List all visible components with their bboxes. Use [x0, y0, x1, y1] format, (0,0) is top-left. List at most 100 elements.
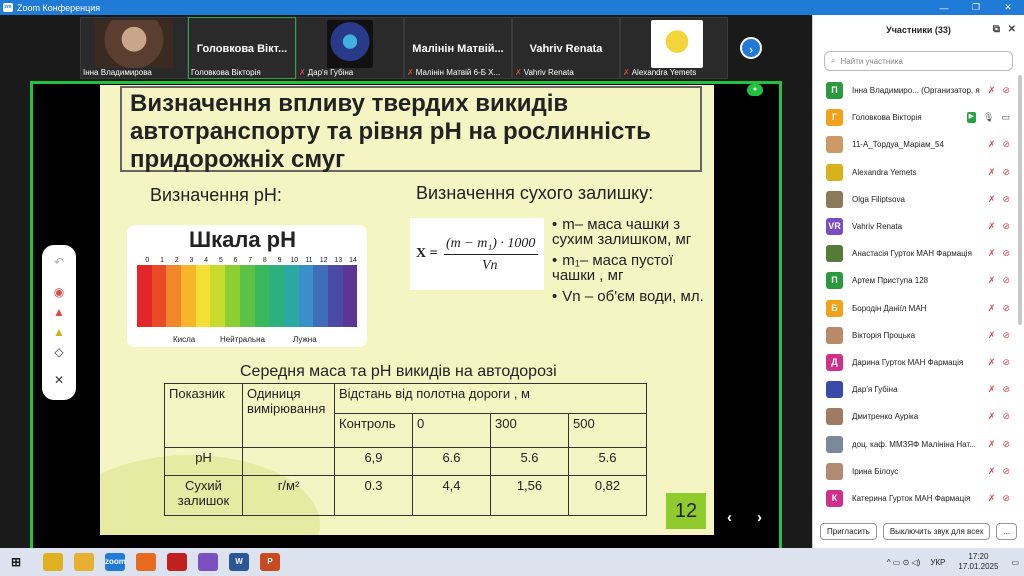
highlighter-icon[interactable]: ▲ [42, 325, 76, 339]
participant-name: Бородін Даніїл МАН [852, 303, 927, 313]
clock[interactable]: 17:20 17.01.2025 [958, 552, 998, 572]
thumbnail-name: Головкова Вікт... [196, 43, 288, 55]
close-window-button[interactable]: ✕ [992, 2, 1024, 13]
participant-search-input[interactable]: ⌕ Найти участника [824, 51, 1013, 71]
fraction-bar [444, 254, 538, 255]
video-thumbnail[interactable]: Vahriv Renata ✗ Vahriv Renata [512, 17, 620, 79]
formula-denominator: Vn [482, 258, 498, 273]
scale-number: 6 [233, 257, 238, 264]
taskbar-app-word-icon[interactable]: W [229, 553, 249, 571]
taskbar-app-firefox-icon[interactable] [136, 553, 156, 571]
minimize-button[interactable]: — [928, 3, 960, 13]
window-title: Zoom Конференция [17, 2, 101, 13]
video-thumbnail[interactable]: ✗ Alexandra Yemets [620, 17, 728, 79]
participant-row[interactable]: Вікторія Процька ✗ ⊘ [813, 322, 1024, 349]
scrollbar[interactable] [1018, 75, 1022, 325]
participant-row[interactable]: Дар'я Губіна ✗ ⊘ [813, 376, 1024, 403]
participant-name: Інна Владимиро... (Организатор, я) [852, 86, 980, 96]
undo-icon[interactable]: ↶ [42, 255, 76, 269]
participant-row[interactable]: Дмитренко Ауріка ✗ ⊘ [813, 403, 1024, 430]
participant-row[interactable]: 11-А_Тордуа_Маріам_54 ✗ ⊘ [813, 131, 1024, 158]
table-caption: Середня маса та рН викидів на автодорозі [240, 363, 557, 380]
close-icon[interactable]: ✕ [1008, 24, 1016, 35]
taskbar-app-app-red-icon[interactable] [167, 553, 187, 571]
mic-muted-icon: ✗ [987, 221, 996, 232]
popout-icon[interactable]: ⧉ [993, 24, 1000, 35]
scale-number: 9 [277, 257, 282, 264]
participant-row[interactable]: Alexandra Yemets ✗ ⊘ [813, 159, 1024, 186]
maximize-button[interactable]: ❐ [960, 2, 992, 13]
notifications-icon[interactable]: ▭ [1011, 558, 1019, 567]
ph-scale-bar [151, 265, 167, 327]
participant-status: ✗ ⊘ [988, 411, 1010, 422]
formula-lhs: X = [416, 246, 438, 261]
language-indicator[interactable]: УКР [930, 558, 945, 567]
participant-row[interactable]: доц. каф. ММЗЯФ Малініна Нат... ✗ ⊘ [813, 430, 1024, 457]
tray-icons[interactable]: ^ ▭ ⊙ ◁) [887, 558, 921, 567]
participant-row[interactable]: Olga Filiptsova ✗ ⊘ [813, 186, 1024, 213]
participant-row[interactable]: Д Дарина Гурток МАН Фармація ✗ ⊘ [813, 349, 1024, 376]
next-thumbnails-button[interactable]: › [740, 37, 762, 59]
scale-label-neutral: Нейтральна [220, 335, 265, 344]
participant-name: Дар'я Губіна [852, 385, 898, 395]
scale-number: 5 [218, 257, 223, 264]
taskbar-app-powerpoint-icon[interactable]: P [260, 553, 280, 571]
pen-icon[interactable]: ▲ [42, 305, 76, 319]
avatar [826, 462, 843, 480]
screen-share-frame: ● Визначення впливу твердих викидів авто… [30, 81, 782, 551]
start-icon[interactable]: ⊞ [6, 553, 26, 571]
ph-scale-bar [298, 265, 314, 327]
taskbar-app-explorer-icon[interactable] [74, 553, 94, 571]
video-thumbnail[interactable]: Інна Владимирова [80, 17, 188, 79]
participant-row[interactable]: П Інна Владимиро... (Организатор, я) ✗ ⊘ [813, 77, 1024, 104]
more-button[interactable]: ... [996, 523, 1018, 540]
participant-row[interactable]: VR Vahriv Renata ✗ ⊘ [813, 213, 1024, 240]
next-slide-icon[interactable]: › [757, 509, 762, 526]
taskbar-app-viber-icon[interactable] [198, 553, 218, 571]
video-thumbnail-active[interactable]: Головкова Вікт... Головкова Вікторія [188, 17, 296, 79]
taskbar-app-zoom-icon[interactable]: zoom [105, 553, 126, 571]
ph-scale-bar [210, 265, 226, 327]
scale-label-acid: Кисла [173, 335, 196, 344]
camera-off-icon: ⊘ [1002, 139, 1010, 150]
table-cell: pH [164, 447, 243, 476]
mic-muted-icon: ✗ [987, 85, 996, 96]
camera-off-icon: ⊘ [1002, 85, 1010, 96]
close-icon[interactable]: ✕ [42, 373, 76, 387]
table-cell: 6,9 [334, 447, 413, 476]
eraser-icon[interactable]: ◇ [42, 345, 76, 359]
avatar: П [826, 82, 843, 100]
avatar: VR [826, 218, 843, 236]
invite-button[interactable]: Пригласить [820, 523, 877, 540]
avatar [826, 245, 843, 263]
participant-row[interactable]: Анастасія Гурток МАН Фармація ✗ ⊘ [813, 240, 1024, 267]
participant-row[interactable]: Г Головкова Вікторія ▶ 🎙 ▭ [813, 104, 1024, 131]
avatar: П [826, 272, 843, 290]
video-thumbnail[interactable]: Малінін Матвій... ✗ Малінін Матвій 6-Б Х.… [404, 17, 512, 79]
mic-muted-icon: ✗ [987, 438, 996, 449]
table-row: pH 6,9 6.6 5.6 5.6 [164, 447, 647, 476]
participant-row[interactable]: Ірина Білоус ✗ ⊘ [813, 458, 1024, 485]
participant-row[interactable]: Б Бородін Даніїл МАН ✗ ⊘ [813, 295, 1024, 322]
participant-status: ✗ ⊘ [988, 85, 1010, 96]
system-tray: ^ ▭ ⊙ ◁) УКР 17:20 17.01.2025 ▭ [882, 548, 1024, 576]
camera-off-icon: ⊘ [1002, 193, 1010, 204]
table-cell: 4,4 [412, 475, 491, 516]
avatar [826, 190, 843, 208]
table-cell: 5.6 [490, 447, 569, 476]
participant-row[interactable]: П Артем Приступа 128 ✗ ⊘ [813, 267, 1024, 294]
video-thumbnail[interactable]: ✗ Дар'я Губіна [296, 17, 404, 79]
video-on-icon: ▶ [966, 112, 977, 124]
scale-number: 0 [145, 257, 150, 264]
thumbnail-caption: Інна Владимирова [83, 68, 152, 77]
prev-slide-icon[interactable]: ‹ [727, 509, 732, 526]
mic-muted-icon: ✗ [987, 329, 996, 340]
spotlight-icon[interactable]: ◉ [42, 285, 76, 299]
dry-residue-formula: X = (m − m₁) · 1000 Vn [410, 218, 544, 290]
mute-all-button[interactable]: Выключить звук для всех [882, 523, 991, 540]
taskbar-app-chrome-icon[interactable] [43, 553, 63, 571]
legend-item: m– маса чашки з сухим залишком, мг [552, 217, 714, 247]
panel-footer: Пригласить Выключить звук для всех ... [820, 523, 1020, 540]
participant-row[interactable]: К Катерина Гурток МАН Фармація ✗ ⊘ [813, 485, 1024, 512]
ph-scale-bars [137, 265, 358, 327]
